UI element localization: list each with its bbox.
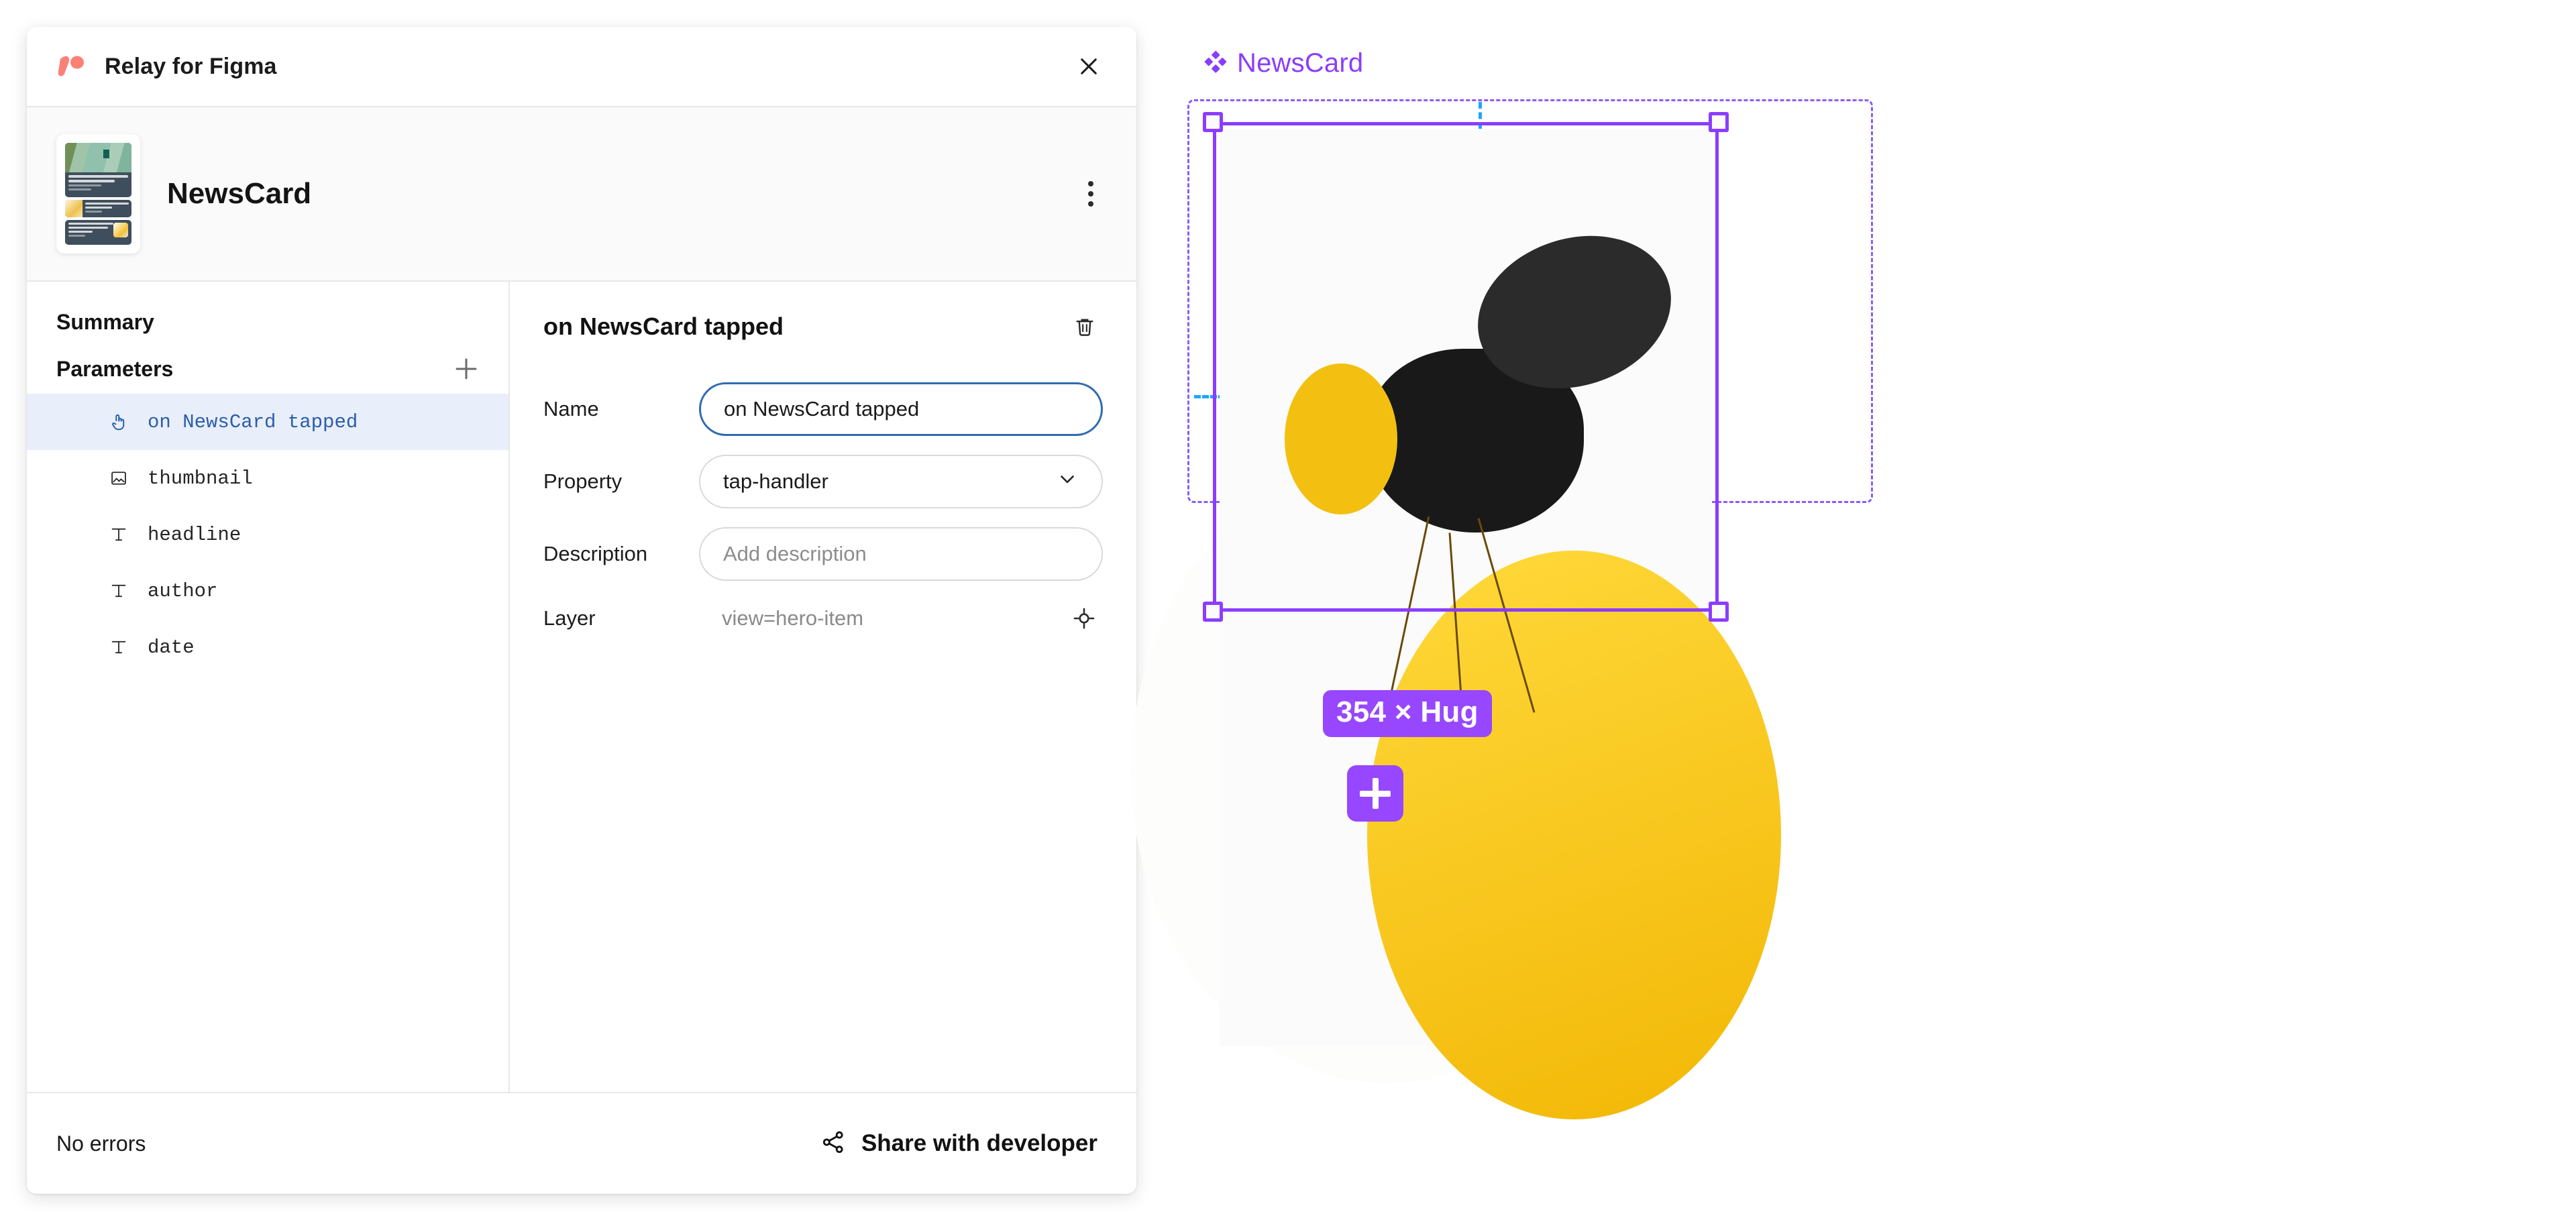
description-placeholder: Add description	[723, 542, 867, 565]
parameter-detail-panel: on NewsCard tapped Name on NewsCard tapp…	[510, 282, 1136, 1092]
sidebar-item-date[interactable]: date	[27, 619, 508, 675]
status-badge: No errors	[56, 1131, 146, 1156]
share-with-developer-button[interactable]: Share with developer	[820, 1129, 1097, 1159]
plugin-title: Relay for Figma	[105, 53, 277, 79]
sidebar-item-author[interactable]: author	[27, 563, 508, 619]
property-select[interactable]: tap-handler	[699, 455, 1103, 508]
share-with-developer-label: Share with developer	[861, 1130, 1097, 1156]
compact-news-card-bees[interactable]: Wondering Hour: A Childhood Story, Grizz…	[1220, 129, 1781, 1120]
name-input[interactable]: on NewsCard tapped	[699, 382, 1103, 436]
screen-root: Relay for Figma NewsCard Summary Paramet…	[0, 0, 2576, 1226]
property-label: Property	[543, 469, 623, 493]
tap-handler-icon	[107, 410, 130, 433]
text-icon	[107, 636, 130, 659]
text-icon	[107, 579, 130, 602]
layer-value: view=hero-item	[722, 606, 864, 630]
close-icon[interactable]	[1068, 46, 1110, 87]
bee-thumbnail-image	[1220, 129, 1781, 1120]
sidebar-item-on-newscard-tapped[interactable]: on NewsCard tapped	[27, 394, 508, 450]
sidebar-item-label: thumbnail	[148, 467, 253, 490]
newscard-stack: The Wonderful Architectures of This Wint…	[1130, 129, 1781, 1120]
component-canvas-label[interactable]: NewsCard	[1203, 48, 1363, 78]
chevron-down-icon	[1056, 467, 1079, 496]
thumb-card-low	[65, 219, 131, 245]
description-field-row: Description Add description	[543, 527, 1103, 581]
description-input[interactable]: Add description	[699, 527, 1103, 581]
detail-title: on NewsCard tapped	[543, 313, 784, 340]
plus-icon[interactable]	[451, 353, 482, 384]
plugin-titlebar: Relay for Figma	[27, 27, 1136, 107]
plugin-body: Summary Parameters on NewsCard tapped th…	[27, 282, 1136, 1093]
component-header: NewsCard	[27, 107, 1136, 282]
parameters-heading: Parameters	[56, 356, 174, 381]
size-badge: 354 × Hug	[1323, 690, 1492, 737]
plugin-footer: No errors Share with developer	[27, 1093, 1136, 1194]
sidebar-item-label: on NewsCard tapped	[148, 410, 358, 433]
sidebar-item-label: author	[148, 579, 218, 602]
layer-label: Layer	[543, 606, 596, 630]
property-select-value: tap-handler	[723, 469, 828, 493]
description-label: Description	[543, 542, 648, 565]
image-icon	[107, 467, 130, 490]
thumb-card-mid	[65, 199, 131, 217]
text-icon	[107, 523, 130, 546]
sidebar-item-label: headline	[148, 523, 241, 546]
name-label: Name	[543, 397, 599, 421]
name-input-value: on NewsCard tapped	[724, 397, 920, 421]
selection-handle-top-left[interactable]	[1203, 112, 1223, 132]
component-thumbnail	[56, 134, 140, 254]
kebab-menu-icon[interactable]	[1072, 172, 1110, 215]
sidebar-item-label: date	[148, 636, 195, 659]
selection-handle-top-right[interactable]	[1709, 112, 1729, 132]
layer-field-row: Layer view=hero-item	[543, 600, 1103, 637]
summary-heading[interactable]: Summary	[27, 300, 508, 344]
selection-handle-bottom-right[interactable]	[1709, 602, 1729, 622]
sidebar-item-headline[interactable]: headline	[27, 506, 508, 563]
figma-canvas: NewsCard 354 × Hug	[1130, 0, 2576, 1226]
target-icon[interactable]	[1065, 600, 1103, 637]
name-field-row: Name on NewsCard tapped	[543, 382, 1103, 436]
add-auto-layout-button[interactable]	[1347, 765, 1403, 822]
relay-plugin-window: Relay for Figma NewsCard Summary Paramet…	[27, 27, 1136, 1194]
property-field-row: Property tap-handler	[543, 455, 1103, 508]
thumb-card-hero	[65, 143, 131, 197]
relay-logo-icon	[56, 55, 87, 78]
parameters-sidebar: Summary Parameters on NewsCard tapped th…	[27, 282, 510, 1092]
trash-icon[interactable]	[1067, 309, 1103, 345]
sidebar-item-thumbnail[interactable]: thumbnail	[27, 450, 508, 506]
figma-component-icon	[1203, 50, 1227, 76]
selection-handle-bottom-left[interactable]	[1203, 602, 1223, 622]
parameters-heading-row: Parameters	[27, 344, 508, 394]
share-icon	[820, 1129, 847, 1159]
component-name: NewsCard	[167, 177, 312, 210]
component-canvas-label-text: NewsCard	[1237, 48, 1364, 78]
detail-header: on NewsCard tapped	[543, 309, 1103, 345]
